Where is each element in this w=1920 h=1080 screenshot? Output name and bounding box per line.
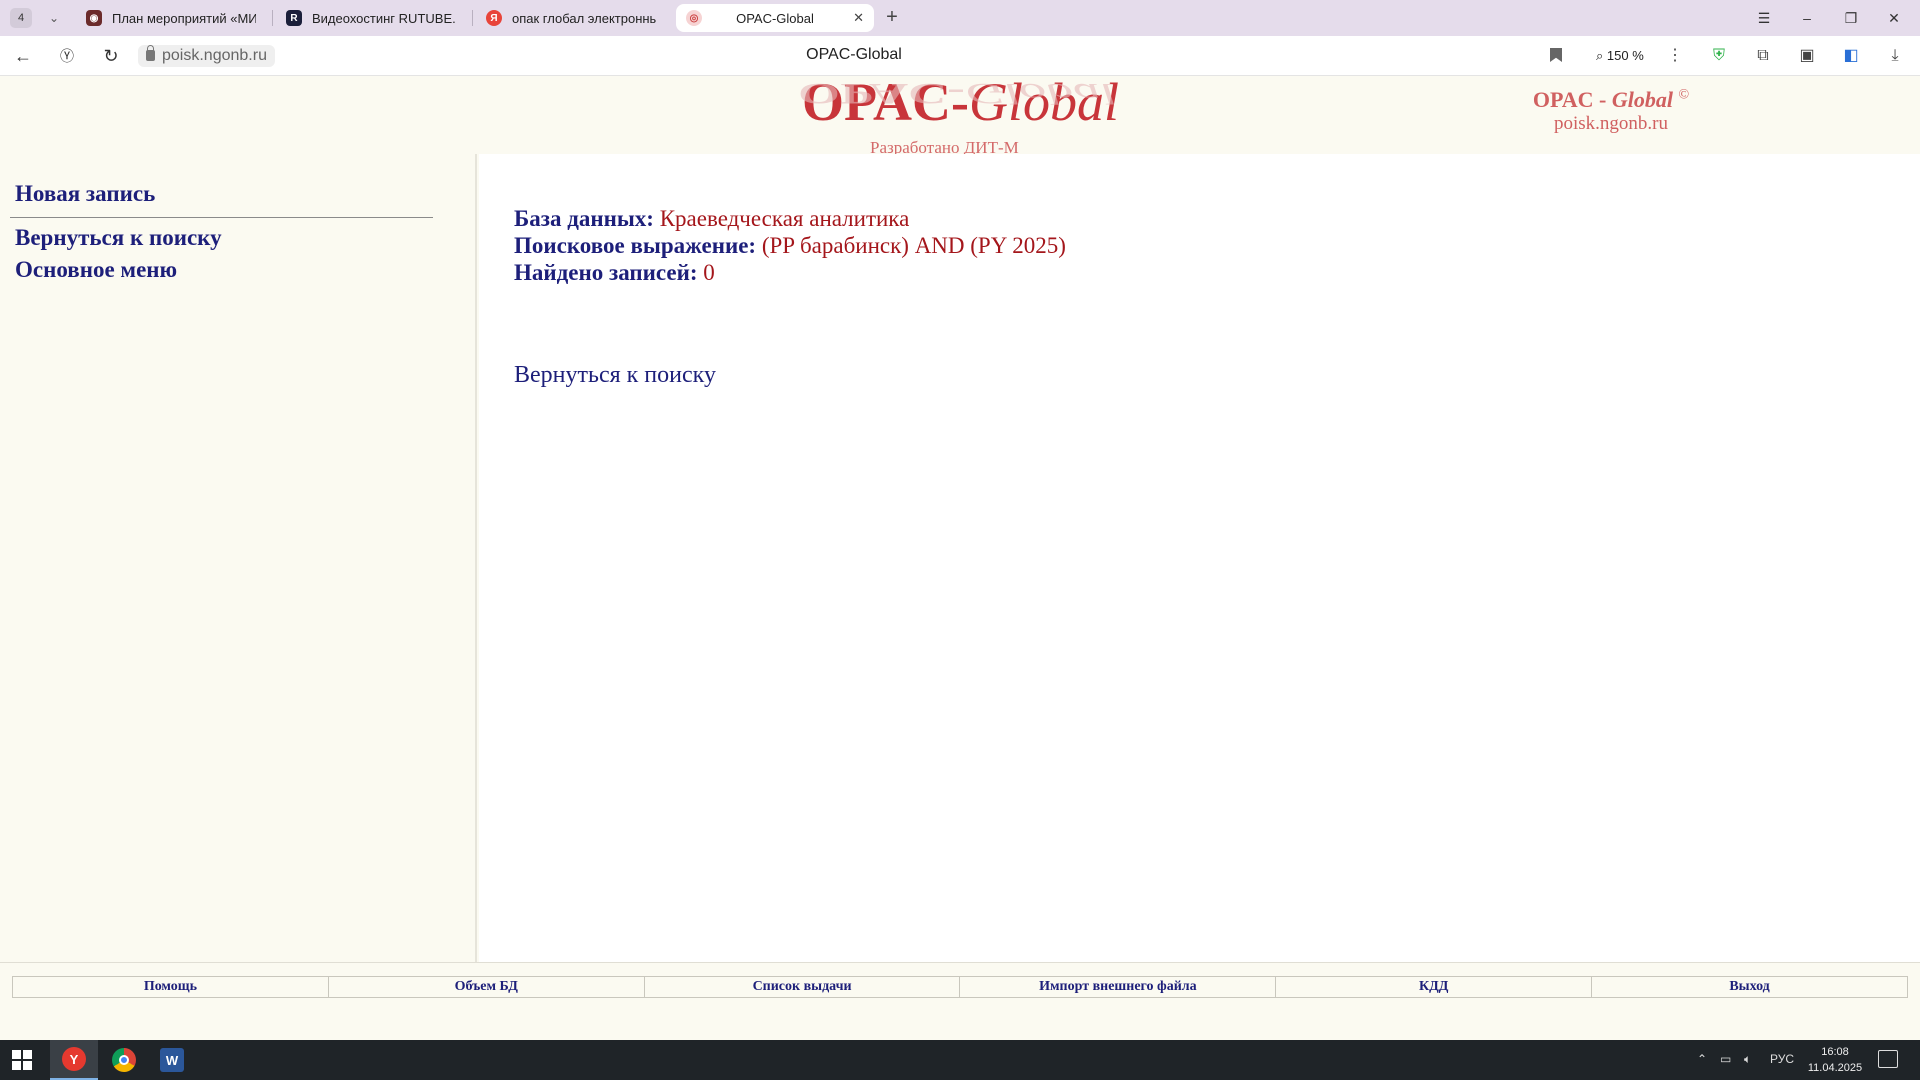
query-value: (PP барабинск) AND (PY 2025) [761, 233, 1066, 258]
back-arrow-icon[interactable]: ← [10, 44, 36, 68]
menu-divider [10, 217, 433, 218]
brand-name: OPAC - Global © [1532, 87, 1690, 112]
close-tab-icon[interactable]: ✕ [853, 10, 864, 26]
footer-menu: Помощь Объем БД Список выдачи Импорт вне… [0, 962, 1920, 1040]
footer-kdd-link[interactable]: КДД [1276, 977, 1593, 997]
tab-opac-global[interactable]: ◎ OPAC-Global ✕ [676, 4, 874, 32]
main-menu-link[interactable]: Основное меню [15, 257, 177, 283]
clock-date: 11.04.2025 [1807, 1062, 1863, 1074]
database-label: База данных: [514, 206, 654, 231]
tray-chevron-up-icon[interactable]: ⌃ [1697, 1052, 1707, 1066]
found-label: Найдено записей: [514, 260, 698, 285]
browser-menu-icon[interactable]: ☰ [1750, 6, 1778, 30]
windows-start-icon[interactable] [12, 1050, 32, 1070]
clock-time: 16:08 [1821, 1046, 1849, 1058]
volume-icon[interactable]: 🔈︎ [1744, 1052, 1751, 1067]
logo-reflection: OPAC-Global [798, 77, 1115, 111]
tab-label: План мероприятий «МИБ [112, 10, 256, 26]
zoom-indicator[interactable]: ⌕ 150 % [1590, 44, 1650, 68]
extensions-puzzle-icon[interactable]: ⧉ [1752, 45, 1774, 67]
footer-exit-link[interactable]: Выход [1592, 977, 1907, 997]
protect-shield-icon[interactable]: ⛨ [1708, 45, 1730, 67]
page-header: OPAC-Global OPAC-Global Разработано ДИТ-… [0, 77, 1920, 154]
network-icon[interactable]: ▭ [1720, 1052, 1731, 1066]
footer-import-file-link[interactable]: Импорт внешнего файла [960, 977, 1277, 997]
tab-count-badge[interactable]: 4 [10, 8, 32, 28]
tab-plan-meropriyatiy[interactable]: ◉ План мероприятий «МИБ [76, 4, 266, 32]
tab-label: опак глобал электронный [512, 10, 656, 26]
query-line: Поисковое выражение: (PP барабинск) AND … [514, 233, 1066, 259]
database-value: Краеведческая аналитика [659, 206, 910, 231]
footer-help-link[interactable]: Помощь [13, 977, 329, 997]
footer-issue-list-link[interactable]: Список выдачи [645, 977, 961, 997]
chrome-icon [112, 1048, 136, 1072]
taskbar-word[interactable]: W [148, 1040, 196, 1080]
profile-sync-icon[interactable]: ◧ [1840, 45, 1862, 67]
taskbar-yandex-browser[interactable]: Y [50, 1040, 98, 1080]
yandex-browser-icon: Y [62, 1047, 86, 1071]
close-window-icon[interactable]: ✕ [1880, 6, 1908, 30]
address-bar: ← Ⓨ ↻ poisk.ngonb.ru OPAC-Global ⌕ 150 %… [0, 36, 1920, 76]
word-icon: W [160, 1048, 184, 1072]
tab-label: Видеохостинг RUTUBE. С [312, 10, 456, 26]
return-to-search-link[interactable]: Вернуться к поиску [514, 362, 716, 389]
footer-db-volume-link[interactable]: Объем БД [329, 977, 645, 997]
browser-tab-strip: 4 ⌄ ◉ План мероприятий «МИБ R Видеохости… [0, 0, 1920, 36]
left-menu: Новая запись Вернуться к поиску Основное… [0, 154, 477, 962]
search-results-panel: База данных: Краеведческая аналитика Пои… [479, 154, 1920, 962]
minimize-window-icon[interactable]: – [1793, 6, 1821, 30]
opac-favicon-icon: ◎ [686, 10, 702, 26]
new-tab-plus-icon[interactable]: + [880, 6, 904, 30]
reload-icon[interactable]: ↻ [98, 44, 124, 68]
tab-list-chevron-icon[interactable]: ⌄ [44, 8, 64, 28]
brand-site: poisk.ngonb.ru [1554, 113, 1668, 134]
system-clock[interactable]: 16:08 11.04.2025 [1800, 1044, 1870, 1076]
url-text: poisk.ngonb.ru [162, 47, 267, 64]
downloads-icon[interactable]: ⤓ [1884, 45, 1906, 67]
yandex-favicon-icon: Я [486, 10, 502, 26]
tab-divider [272, 10, 273, 26]
restore-window-icon[interactable]: ❐ [1837, 6, 1865, 30]
taskbar-chrome[interactable] [100, 1040, 148, 1080]
more-options-icon[interactable]: ⋮ [1664, 45, 1686, 67]
yandex-home-icon[interactable]: Ⓨ [54, 44, 80, 68]
collections-icon[interactable]: ▣ [1796, 45, 1818, 67]
rutube-favicon-icon: R [286, 10, 302, 26]
brand-block: OPAC - Global © poisk.ngonb.ru [1500, 87, 1722, 135]
tab-rutube[interactable]: R Видеохостинг RUTUBE. С [276, 4, 466, 32]
notifications-icon[interactable] [1878, 1050, 1898, 1068]
footer-menu-table: Помощь Объем БД Список выдачи Импорт вне… [12, 976, 1908, 998]
found-count: 0 [703, 260, 715, 285]
zoom-level: 150 % [1606, 48, 1644, 63]
tab-yandex-search[interactable]: Я опак глобал электронный [476, 4, 666, 32]
back-to-search-link[interactable]: Вернуться к поиску [15, 225, 222, 251]
bookmark-icon[interactable] [1550, 48, 1562, 62]
windows-taskbar: Y W ⌃ ▭ 🔈︎ РУС 16:08 11.04.2025 [0, 1040, 1920, 1080]
tab-divider [472, 10, 473, 26]
lock-icon [146, 45, 155, 61]
tab-label: OPAC-Global [736, 10, 814, 26]
database-line: База данных: Краеведческая аналитика [514, 206, 909, 232]
input-language[interactable]: РУС [1770, 1052, 1794, 1066]
address-bar-page-title: OPAC-Global [806, 46, 902, 63]
query-label: Поисковое выражение: [514, 233, 757, 258]
new-record-link[interactable]: Новая запись [15, 181, 155, 207]
developer-credit: Разработано ДИТ-М [870, 138, 1019, 154]
url-field[interactable]: poisk.ngonb.ru [138, 45, 275, 67]
zoom-magnifier-icon: ⌕ [1596, 48, 1604, 63]
found-line: Найдено записей: 0 [514, 260, 715, 286]
tab-favicon-icon: ◉ [86, 10, 102, 26]
